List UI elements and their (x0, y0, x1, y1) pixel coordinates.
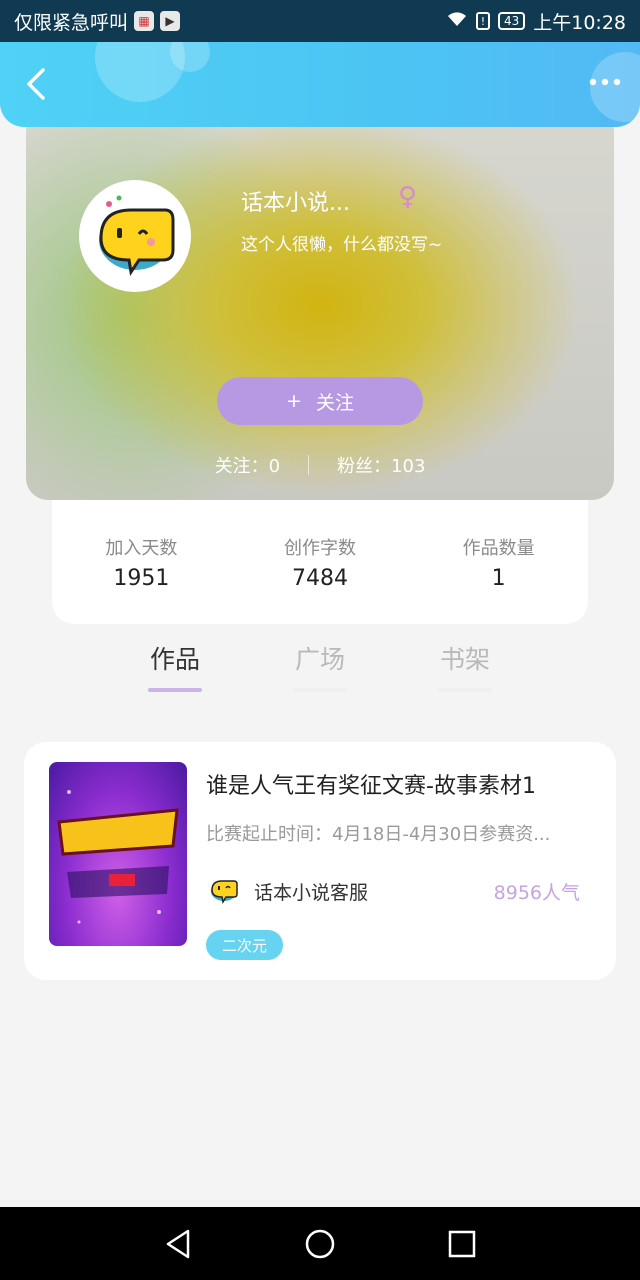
status-time: 上午10:28 (533, 11, 626, 34)
stat-value: 1 (491, 566, 506, 591)
tab-underline (148, 688, 202, 692)
battery-level: 43 (503, 14, 520, 28)
cover-art-icon (57, 790, 179, 924)
author-name[interactable]: 话本小说客服 (254, 878, 368, 905)
count-divider (308, 455, 310, 475)
calendar-icon: ▦ (134, 11, 155, 31)
header-bar (0, 42, 640, 127)
tab-bookshelf[interactable]: 书架 (415, 640, 515, 692)
tab-underline (293, 688, 347, 692)
more-dots-icon (589, 78, 621, 86)
avatar[interactable] (79, 180, 191, 292)
stat-value: 1951 (113, 566, 170, 591)
popularity-count: 8956人气 (493, 882, 580, 904)
wifi-icon (446, 10, 468, 32)
profile-card: 话本小说... ♀ 这个人很懒，什么都没写~ + 关注 关注：0 粉丝：103 (26, 110, 614, 500)
following-value: 0 (268, 456, 281, 477)
stat-value: 7484 (291, 566, 348, 591)
status-carrier-text: 仅限紧急呼叫 (14, 11, 129, 34)
work-description: 比赛起止时间：4月18日-4月30日参赛资... (206, 824, 551, 845)
stats-card: 加入天数 1951 创作字数 7484 作品数量 1 (52, 500, 588, 624)
genre-tag[interactable]: 二次元 (206, 930, 284, 960)
tab-label: 广场 (294, 645, 345, 674)
work-title[interactable]: 谁是人气王有奖征文赛-故事素材1 (206, 768, 606, 800)
battery-icon: 43 (497, 12, 526, 30)
stat-label: 创作字数 (283, 538, 356, 559)
follow-button[interactable]: + 关注 (217, 377, 423, 425)
follow-counts: 关注：0 粉丝：103 (26, 452, 614, 478)
works-list: 谁是人气王有奖征文赛-故事素材1 比赛起止时间：4月18日-4月30日参赛资..… (0, 712, 640, 1207)
fans-label: 粉丝： (337, 456, 392, 477)
more-options-button[interactable] (588, 68, 622, 98)
stat-word-count: 创作字数 7484 (240, 534, 400, 624)
tab-square[interactable]: 广场 (270, 640, 370, 692)
home-circle-icon[interactable] (301, 1225, 339, 1263)
tab-label: 书架 (439, 645, 490, 674)
follow-button-label: 关注 (315, 391, 354, 414)
status-right: ! 43 上午10:28 (446, 8, 626, 35)
recents-square-icon[interactable] (443, 1225, 481, 1263)
stat-join-days: 加入天数 1951 (61, 534, 221, 624)
tab-works[interactable]: 作品 (125, 640, 225, 692)
following-count[interactable]: 关注：0 (215, 452, 280, 478)
author-avatar-icon[interactable] (206, 872, 242, 908)
stat-label: 作品数量 (462, 538, 535, 559)
alert-icon: ! (475, 12, 490, 30)
chat-bubble-face-icon (99, 195, 175, 276)
profile-username: 话本小说... (241, 191, 350, 216)
work-card[interactable]: 谁是人气王有奖征文赛-故事素材1 比赛起止时间：4月18日-4月30日参赛资..… (24, 742, 616, 980)
status-bar: 仅限紧急呼叫 ▦ ▶ ! 43 上午10:28 (0, 0, 640, 42)
play-store-icon: ▶ (160, 11, 181, 31)
plus-icon: + (286, 390, 302, 412)
tab-label: 作品 (149, 645, 200, 674)
back-triangle-icon[interactable] (160, 1225, 198, 1263)
system-nav-bar (0, 1207, 640, 1280)
status-left: 仅限紧急呼叫 ▦ ▶ (14, 8, 181, 35)
fans-count[interactable]: 粉丝：103 (337, 452, 425, 478)
tab-underline (438, 688, 492, 692)
female-gender-icon: ♀ (398, 182, 418, 212)
work-cover-image[interactable] (49, 762, 187, 946)
following-label: 关注： (214, 456, 269, 477)
profile-bio: 这个人很懒，什么都没写~ (241, 235, 443, 255)
chevron-left-icon (27, 68, 45, 100)
fans-value: 103 (391, 456, 426, 477)
stat-work-count: 作品数量 1 (419, 534, 579, 624)
profile-tabs: 作品 广场 书架 (0, 640, 640, 710)
back-button[interactable] (14, 62, 58, 106)
stat-label: 加入天数 (105, 538, 178, 559)
work-author-row: 话本小说客服 8956人气 (206, 872, 586, 908)
